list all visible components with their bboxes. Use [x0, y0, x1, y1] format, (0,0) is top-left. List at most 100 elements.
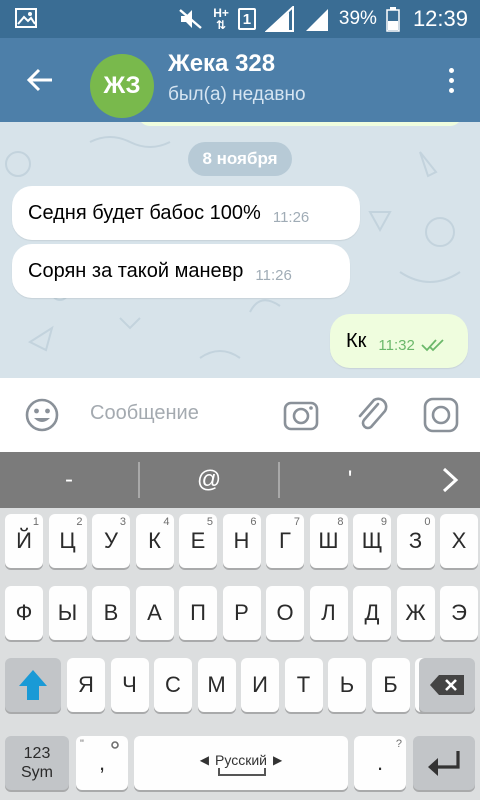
- key-0-6[interactable]: 7Г: [266, 514, 304, 568]
- battery-percent: 39%: [338, 8, 377, 29]
- key-hint: 0: [424, 516, 431, 528]
- key-1-10[interactable]: Э: [440, 586, 478, 640]
- key-label: Ф: [15, 600, 33, 625]
- key-label: Ц: [59, 528, 76, 553]
- sim-slot-icon: 1: [237, 8, 256, 30]
- key-hint: 5: [206, 516, 213, 528]
- backspace-key[interactable]: [419, 658, 475, 712]
- key-0-1[interactable]: 2Ц: [48, 514, 87, 568]
- key-1-3[interactable]: А: [135, 586, 174, 640]
- key-1-8[interactable]: Д: [353, 586, 391, 640]
- key-label: Ь: [339, 672, 355, 697]
- period-key[interactable]: ? .: [354, 736, 406, 790]
- symbols-key[interactable]: 123 Sym: [5, 736, 69, 790]
- key-2-4[interactable]: И: [241, 658, 279, 712]
- key-0-2[interactable]: 3У: [92, 514, 130, 568]
- key-1-6[interactable]: О: [266, 586, 304, 640]
- key-1-9[interactable]: Ж: [396, 586, 435, 640]
- triangle-right-icon: ▶: [272, 753, 283, 767]
- enter-icon: [428, 751, 460, 776]
- shift-key[interactable]: [5, 658, 61, 712]
- key-0-3[interactable]: 4К: [135, 514, 174, 568]
- key-2-0[interactable]: Я: [67, 658, 105, 712]
- key-label: Ж: [405, 600, 426, 625]
- suggestion-item[interactable]: -: [0, 452, 138, 508]
- more-options-button[interactable]: [436, 60, 466, 100]
- gallery-notification-icon: [15, 8, 37, 28]
- key-1-4[interactable]: П: [179, 586, 217, 640]
- key-label: Ш: [318, 528, 339, 553]
- message-bubble-incoming[interactable]: Сорян за такой маневр 11:26: [12, 244, 350, 298]
- backspace-icon: [430, 675, 464, 695]
- key-0-9[interactable]: 0З: [396, 514, 435, 568]
- message-bubble-incoming[interactable]: Седня будет бабос 100% 11:26: [12, 186, 360, 240]
- message-time: 11:32: [378, 336, 415, 354]
- dot-icon: [448, 67, 454, 73]
- key-2-7[interactable]: Б: [371, 658, 410, 712]
- message-bubble-outgoing[interactable]: Кк 11:32: [330, 314, 468, 368]
- key-1-5[interactable]: Р: [222, 586, 261, 640]
- key-2-3[interactable]: М: [197, 658, 236, 712]
- chat-status: был(а) недавно: [168, 84, 306, 105]
- key-hint: 4: [163, 516, 170, 528]
- key-hint: 8: [337, 516, 344, 528]
- key-hint: 7: [293, 516, 300, 528]
- back-button[interactable]: [18, 58, 62, 102]
- message-input-bar: Сообщение: [0, 378, 480, 452]
- key-0-5[interactable]: 6Н: [222, 514, 261, 568]
- key-hint: 9: [380, 516, 387, 528]
- symbols-key-line1: 123: [23, 745, 51, 762]
- key-label: Я: [78, 672, 94, 697]
- key-label: Е: [190, 528, 206, 553]
- status-bar: H+ ⇅ 1 39% 12:39: [0, 0, 480, 38]
- message-text: Сорян за такой маневр: [28, 259, 244, 282]
- key-label: К: [148, 528, 161, 553]
- suggestion-item[interactable]: @: [140, 452, 278, 508]
- key-0-4[interactable]: 5Е: [179, 514, 217, 568]
- key-2-2[interactable]: С: [154, 658, 192, 712]
- comma-key[interactable]: " ,: [76, 736, 128, 790]
- network-type-icon: H+ ⇅: [213, 6, 229, 32]
- key-0-0[interactable]: 1Й: [5, 514, 43, 568]
- key-label: Г: [279, 528, 291, 553]
- double-check-icon: [421, 339, 444, 352]
- chevron-right-icon[interactable]: [438, 466, 462, 494]
- key-1-0[interactable]: Ф: [5, 586, 43, 640]
- settings-icon: [111, 741, 119, 749]
- key-label: О: [276, 600, 294, 625]
- key-label: Э: [451, 600, 467, 625]
- suggestion-item[interactable]: ': [280, 452, 420, 508]
- key-1-2[interactable]: В: [92, 586, 130, 640]
- instagram-icon[interactable]: [422, 396, 460, 434]
- emoji-icon[interactable]: [24, 397, 60, 433]
- symbols-key-line2: Sym: [21, 764, 53, 781]
- key-2-6[interactable]: Ь: [328, 658, 366, 712]
- attach-icon[interactable]: [354, 394, 390, 434]
- key-label: Щ: [361, 528, 383, 553]
- key-label: В: [103, 600, 119, 625]
- key-1-1[interactable]: Ы: [48, 586, 87, 640]
- message-list[interactable]: 8 ноября Седня будет бабос 100% 11:26 Со…: [0, 122, 480, 378]
- message-input[interactable]: Сообщение: [90, 402, 199, 425]
- chat-title[interactable]: Жека 328: [168, 50, 275, 78]
- key-1-7[interactable]: Л: [309, 586, 348, 640]
- triangle-left-icon: ◀: [199, 753, 210, 767]
- key-2-5[interactable]: Т: [284, 658, 323, 712]
- keyboard: - @ ' 1Й2Ц3У4К5Е6Н7Г8Ш9Щ0ЗХФЫВАПРОЛДЖЭЯЧ…: [0, 452, 480, 800]
- space-key[interactable]: ◀ Русский ▶: [134, 736, 348, 790]
- enter-key[interactable]: [413, 736, 475, 790]
- key-0-7[interactable]: 8Ш: [309, 514, 348, 568]
- key-label: Б: [383, 672, 398, 697]
- avatar[interactable]: ЖЗ: [90, 54, 154, 118]
- key-label: Ы: [57, 600, 78, 625]
- camera-icon[interactable]: [282, 396, 320, 434]
- key-hint: 6: [250, 516, 257, 528]
- key-2-1[interactable]: Ч: [110, 658, 149, 712]
- key-label: А: [147, 600, 162, 625]
- space-bar-icon: [218, 768, 266, 776]
- arrow-left-icon: [26, 68, 52, 92]
- key-label: Х: [451, 528, 467, 553]
- key-label: С: [165, 672, 181, 697]
- key-0-10[interactable]: Х: [440, 514, 478, 568]
- key-0-8[interactable]: 9Щ: [353, 514, 391, 568]
